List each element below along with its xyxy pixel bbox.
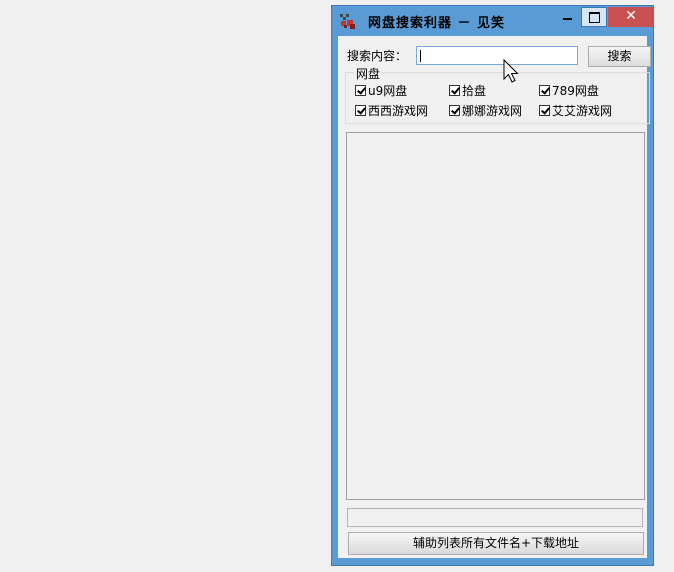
minimize-button[interactable] bbox=[554, 7, 580, 27]
close-icon: ✕ bbox=[625, 8, 637, 24]
checkbox-label: u9网盘 bbox=[368, 84, 408, 98]
checkbox-checked-icon[interactable] bbox=[449, 105, 460, 116]
client-area: 搜索内容： 搜索 网盘 u9网盘 拾盘 789网盘 西西游戏网 娜娜游戏网 艾艾… bbox=[338, 36, 651, 558]
minimize-icon bbox=[563, 18, 572, 20]
maximize-button[interactable] bbox=[581, 7, 607, 27]
checkbox-label: 拾盘 bbox=[462, 84, 487, 98]
checkbox-xixi[interactable]: 西西游戏网 bbox=[355, 102, 428, 119]
checkbox-label: 娜娜游戏网 bbox=[462, 104, 523, 118]
search-label: 搜索内容： bbox=[347, 49, 408, 63]
window-title: 网盘搜索利器 － 见笑 bbox=[368, 16, 506, 31]
maximize-icon bbox=[589, 12, 600, 23]
status-field bbox=[347, 508, 643, 527]
text-caret bbox=[420, 50, 421, 62]
checkbox-checked-icon[interactable] bbox=[355, 85, 366, 96]
close-button[interactable]: ✕ bbox=[608, 7, 654, 27]
checkbox-label: 789网盘 bbox=[552, 84, 599, 98]
checkbox-label: 西西游戏网 bbox=[368, 104, 429, 118]
checkbox-nana[interactable]: 娜娜游戏网 bbox=[449, 102, 522, 119]
results-list[interactable] bbox=[346, 132, 645, 500]
checkbox-shipan[interactable]: 拾盘 bbox=[449, 82, 486, 99]
checkbox-checked-icon[interactable] bbox=[539, 85, 550, 96]
app-window: 网盘搜索利器 － 见笑 ✕ 搜索内容： 搜索 网盘 u9网盘 拾盘 789网盘 … bbox=[331, 5, 654, 566]
checkbox-checked-icon[interactable] bbox=[449, 85, 460, 96]
app-logo-icon bbox=[340, 14, 355, 29]
groupbox-title: 网盘 bbox=[354, 65, 383, 82]
search-input[interactable] bbox=[416, 46, 578, 65]
checkbox-checked-icon[interactable] bbox=[539, 105, 550, 116]
search-button[interactable]: 搜索 bbox=[588, 46, 651, 67]
checkbox-aiai[interactable]: 艾艾游戏网 bbox=[539, 102, 612, 119]
checkbox-u9[interactable]: u9网盘 bbox=[355, 82, 407, 99]
netdisk-groupbox: 网盘 u9网盘 拾盘 789网盘 西西游戏网 娜娜游戏网 艾艾游戏网 bbox=[345, 65, 650, 124]
title-bar[interactable]: 网盘搜索利器 － 见笑 ✕ bbox=[332, 6, 654, 34]
checkbox-label: 艾艾游戏网 bbox=[552, 104, 613, 118]
checkbox-checked-icon[interactable] bbox=[355, 105, 366, 116]
list-filenames-button[interactable]: 辅助列表所有文件名+下载地址 bbox=[348, 532, 644, 555]
mouse-cursor-icon bbox=[503, 59, 519, 83]
checkbox-789[interactable]: 789网盘 bbox=[539, 82, 599, 99]
